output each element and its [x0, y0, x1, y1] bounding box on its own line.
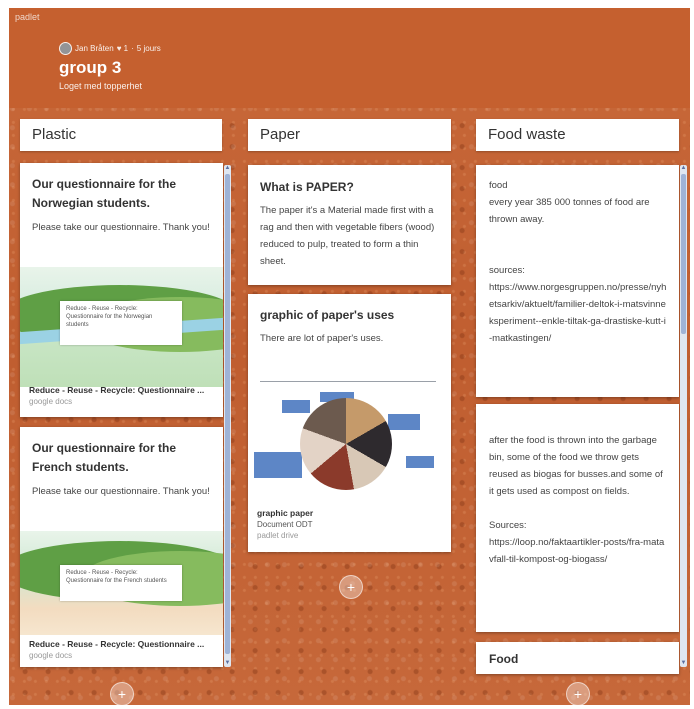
column-scrollbar-food-waste[interactable]: ▲ ▼ — [680, 165, 687, 667]
source-link[interactable]: https://loop.no/faktaartikler-posts/fra-… — [489, 534, 667, 568]
scroll-down-icon[interactable]: ▼ — [224, 660, 231, 667]
sources-label: Sources: — [489, 520, 527, 531]
scroll-down-icon[interactable]: ▼ — [680, 660, 687, 667]
attachment-preview-image[interactable]: Reduce - Reuse - Recycle: Questionnaire … — [20, 531, 223, 635]
attachment-source: padlet drive — [257, 531, 299, 540]
board-subtitle: Loget med topperhet — [59, 81, 143, 91]
card-food[interactable]: Food — [476, 642, 679, 674]
board-title: group 3 — [59, 58, 122, 77]
diagram-label-box — [282, 400, 310, 413]
preview-caption: Reduce - Reuse - Recycle: Questionnaire … — [60, 565, 182, 601]
scroll-thumb[interactable] — [681, 174, 686, 334]
author-name[interactable]: Jan Bråten — [75, 44, 114, 53]
brand-logo[interactable]: padlet — [15, 12, 40, 22]
attachment-preview-image[interactable]: Reduce - Reuse - Recycle: Questionnaire … — [20, 267, 223, 387]
column-scrollbar-plastic[interactable]: ▲ ▼ — [224, 165, 231, 667]
card-body: Please take our questionnaire. Thank you… — [32, 222, 210, 233]
sources-label: sources: — [489, 265, 525, 276]
attachment-source: google docs — [29, 397, 73, 406]
add-post-button-paper[interactable]: + — [339, 575, 363, 599]
attachment-type: Document ODT — [257, 520, 313, 529]
post-time: 5 jours — [136, 44, 161, 53]
attachment-source: google docs — [29, 651, 73, 660]
like-count[interactable]: ♥ 1 — [117, 44, 128, 53]
card-body: There are lot of paper's uses. — [260, 333, 384, 344]
column-header-plastic[interactable]: Plastic — [20, 119, 222, 151]
preview-caption: Reduce - Reuse - Recycle: Questionnaire … — [60, 301, 182, 345]
card-title: Our questionnaire for the French student… — [32, 441, 177, 474]
meta-separator: · — [131, 44, 134, 53]
source-link[interactable]: https://www.norgesgruppen.no/presse/nyhe… — [489, 279, 667, 347]
card-line: food — [489, 180, 508, 191]
card-plastic-norwegian[interactable]: Our questionnaire for the Norwegian stud… — [20, 163, 223, 417]
card-line: every year 385 000 tonnes of food are th… — [489, 197, 650, 225]
card-food-waste-facts[interactable]: food every year 385 000 tonnes of food a… — [476, 165, 679, 397]
author-meta: Jan Bråten ♥ 1 · 5 jours — [59, 42, 161, 55]
card-title: What is PAPER? — [260, 180, 354, 194]
add-post-button-food-waste[interactable]: + — [566, 682, 590, 705]
padlet-board: padlet Jan Bråten ♥ 1 · 5 jours group 3 … — [9, 8, 690, 705]
attachment-title: Reduce - Reuse - Recycle: Questionnaire … — [29, 639, 205, 649]
card-title: graphic of paper's uses — [260, 308, 395, 322]
divider — [260, 381, 436, 382]
diagram-label-box — [406, 456, 434, 468]
card-title: Our questionnaire for the Norwegian stud… — [32, 177, 177, 210]
attachment-title: graphic paper — [257, 508, 314, 518]
attachment-footer[interactable]: Reduce - Reuse - Recycle: Questionnaire … — [20, 385, 223, 406]
column-header-paper[interactable]: Paper — [248, 119, 451, 151]
card-paper-what[interactable]: What is PAPER? The paper it's a Material… — [248, 165, 451, 285]
scroll-up-icon[interactable]: ▲ — [224, 165, 231, 172]
board-header: padlet Jan Bråten ♥ 1 · 5 jours group 3 … — [9, 8, 690, 108]
attachment-footer[interactable]: Reduce - Reuse - Recycle: Questionnaire … — [20, 639, 223, 660]
attachment-preview-diagram[interactable] — [248, 364, 448, 492]
card-title: Food — [489, 652, 519, 666]
diagram-label-box — [388, 414, 420, 430]
scroll-thumb[interactable] — [225, 174, 230, 654]
card-paper-graphic[interactable]: graphic of paper's uses There are lot of… — [248, 294, 451, 552]
avatar[interactable] — [59, 42, 72, 55]
card-plastic-french[interactable]: Our questionnaire for the French student… — [20, 427, 223, 667]
add-post-button-plastic[interactable]: + — [110, 682, 134, 705]
paper-uses-pie-image — [300, 398, 392, 490]
card-body: Please take our questionnaire. Thank you… — [32, 486, 210, 497]
column-header-food-waste[interactable]: Food waste — [476, 119, 679, 151]
card-body: The paper it's a Material made first wit… — [260, 205, 435, 267]
diagram-label-box — [254, 452, 302, 478]
scroll-up-icon[interactable]: ▲ — [680, 165, 687, 172]
card-food-waste-biogas[interactable]: after the food is thrown into the garbag… — [476, 404, 679, 632]
attachment-title: Reduce - Reuse - Recycle: Questionnaire … — [29, 385, 205, 395]
card-body: after the food is thrown into the garbag… — [489, 435, 663, 497]
attachment-footer[interactable]: graphic paper Document ODT padlet drive — [248, 508, 451, 540]
